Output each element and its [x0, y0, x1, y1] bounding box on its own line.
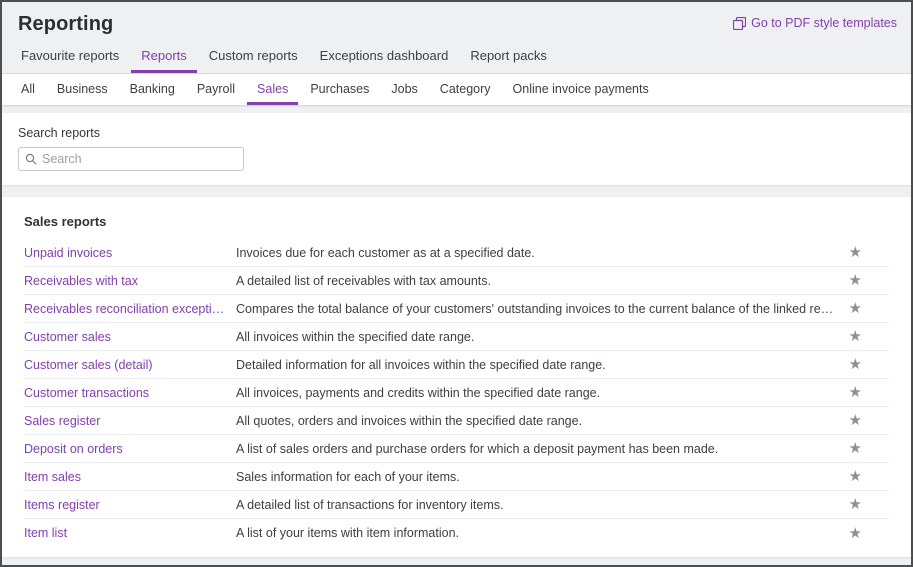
favourite-star-icon[interactable]: ★ — [849, 385, 862, 400]
report-link-item-sales[interactable]: Item sales — [24, 470, 236, 484]
report-description: Compares the total balance of your custo… — [236, 301, 849, 316]
report-description: A detailed list of transactions for inve… — [236, 497, 504, 512]
favourite-star-icon[interactable]: ★ — [849, 301, 862, 316]
tab-report-packs[interactable]: Report packs — [460, 40, 557, 73]
subtab-jobs[interactable]: Jobs — [381, 74, 427, 105]
report-row: Receivables reconciliation exceptions Co… — [24, 295, 889, 323]
tab-custom-reports[interactable]: Custom reports — [199, 40, 308, 73]
report-description: All quotes, orders and invoices within t… — [236, 413, 583, 428]
report-row: Unpaid invoices Invoices due for each cu… — [24, 239, 889, 267]
favourite-star-icon[interactable]: ★ — [849, 526, 862, 541]
search-box[interactable] — [18, 147, 244, 171]
reports-heading: Sales reports — [24, 214, 107, 229]
search-label: Search reports — [18, 126, 100, 140]
subtab-business[interactable]: Business — [47, 74, 118, 105]
favourite-star-icon[interactable]: ★ — [849, 357, 862, 372]
main-tabs: Favourite reports Reports Custom reports… — [2, 40, 911, 74]
report-description: All invoices within the specified date r… — [236, 329, 475, 344]
pdf-templates-link-label: Go to PDF style templates — [751, 16, 897, 30]
report-row: Customer sales (detail) Detailed informa… — [24, 351, 889, 379]
report-description: All invoices, payments and credits withi… — [236, 385, 601, 400]
pdf-templates-icon — [733, 16, 747, 30]
report-link-customer-transactions[interactable]: Customer transactions — [24, 386, 236, 400]
search-input[interactable] — [42, 152, 237, 166]
tab-reports[interactable]: Reports — [131, 40, 197, 73]
report-link-customer-sales[interactable]: Customer sales — [24, 330, 236, 344]
subtab-online-invoice-payments[interactable]: Online invoice payments — [503, 74, 659, 105]
search-icon — [25, 153, 37, 165]
report-row: Sales register All quotes, orders and in… — [24, 407, 889, 435]
app-window: Reporting Go to PDF style templates Favo… — [0, 0, 913, 567]
favourite-star-icon[interactable]: ★ — [849, 273, 862, 288]
report-description: A detailed list of receivables with tax … — [236, 273, 491, 288]
subtab-purchases[interactable]: Purchases — [300, 74, 379, 105]
subtab-payroll[interactable]: Payroll — [187, 74, 245, 105]
report-row: Item list A list of your items with item… — [24, 519, 889, 547]
search-card: Search reports — [2, 113, 911, 185]
subtab-category[interactable]: Category — [430, 74, 501, 105]
favourite-star-icon[interactable]: ★ — [849, 497, 862, 512]
favourite-star-icon[interactable]: ★ — [849, 441, 862, 456]
report-link-items-register[interactable]: Items register — [24, 498, 236, 512]
report-row: Items register A detailed list of transa… — [24, 491, 889, 519]
reports-card: Sales reports Unpaid invoices Invoices d… — [2, 197, 911, 557]
subtab-sales[interactable]: Sales — [247, 74, 299, 105]
pdf-templates-link[interactable]: Go to PDF style templates — [733, 16, 897, 30]
page-header: Reporting Go to PDF style templates — [2, 2, 911, 40]
tab-exceptions-dashboard[interactable]: Exceptions dashboard — [310, 40, 459, 73]
tab-favourite-reports[interactable]: Favourite reports — [11, 40, 129, 73]
favourite-star-icon[interactable]: ★ — [849, 413, 862, 428]
report-description: A list of sales orders and purchase orde… — [236, 441, 719, 456]
favourite-star-icon[interactable]: ★ — [849, 329, 862, 344]
page-title: Reporting — [18, 13, 114, 35]
report-description: Invoices due for each customer as at a s… — [236, 245, 535, 260]
report-row: Customer sales All invoices within the s… — [24, 323, 889, 351]
subtab-banking[interactable]: Banking — [120, 74, 185, 105]
report-description: Detailed information for all invoices wi… — [236, 357, 606, 372]
report-link-receivables-reconciliation-exceptions[interactable]: Receivables reconciliation exceptions — [24, 302, 236, 316]
report-row: Receivables with tax A detailed list of … — [24, 267, 889, 295]
report-link-unpaid-invoices[interactable]: Unpaid invoices — [24, 246, 236, 260]
report-link-sales-register[interactable]: Sales register — [24, 414, 236, 428]
favourite-star-icon[interactable]: ★ — [849, 469, 862, 484]
report-description: Sales information for each of your items… — [236, 469, 460, 484]
report-row: Item sales Sales information for each of… — [24, 463, 889, 491]
report-row: Customer transactions All invoices, paym… — [24, 379, 889, 407]
subtab-all[interactable]: All — [11, 74, 45, 105]
report-link-deposit-on-orders[interactable]: Deposit on orders — [24, 442, 236, 456]
report-link-customer-sales-detail[interactable]: Customer sales (detail) — [24, 358, 236, 372]
report-description: A list of your items with item informati… — [236, 526, 459, 540]
report-row: Deposit on orders A list of sales orders… — [24, 435, 889, 463]
filter-tabs: All Business Banking Payroll Sales Purch… — [2, 74, 911, 105]
report-link-receivables-with-tax[interactable]: Receivables with tax — [24, 274, 236, 288]
favourite-star-icon[interactable]: ★ — [849, 245, 862, 260]
report-link-item-list[interactable]: Item list — [24, 526, 236, 540]
